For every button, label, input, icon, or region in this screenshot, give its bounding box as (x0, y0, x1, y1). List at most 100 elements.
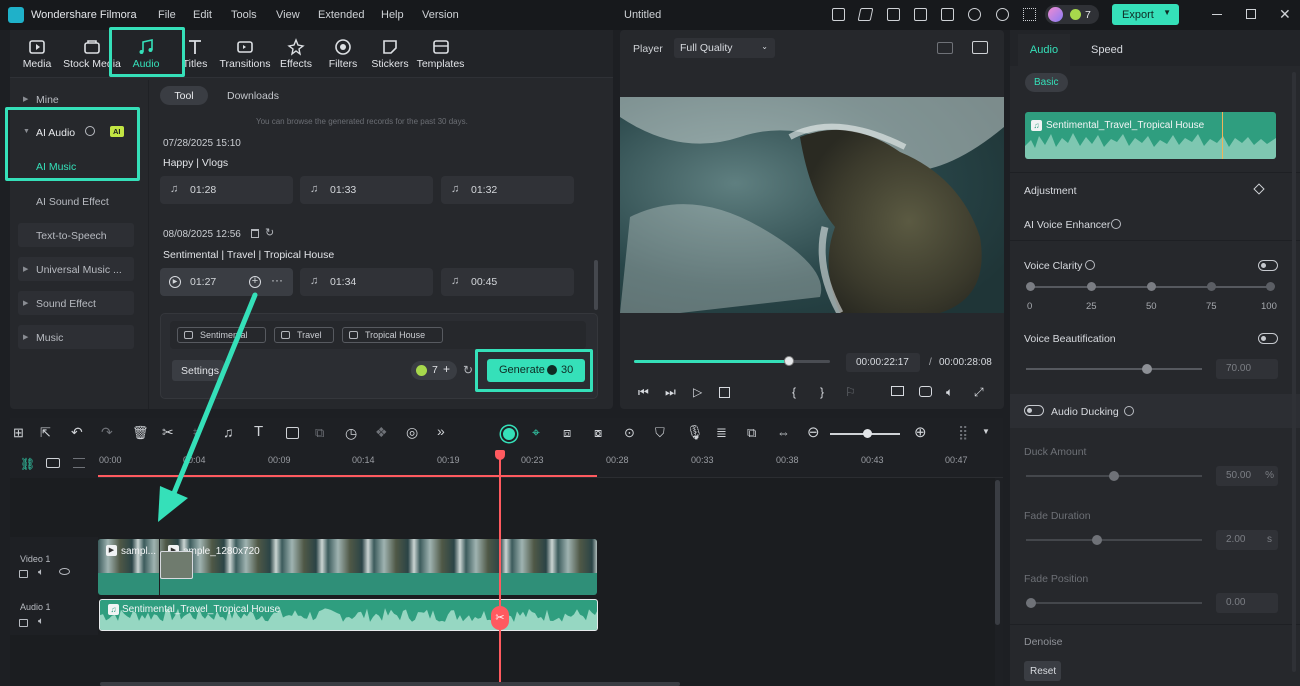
link-icon[interactable]: ⛓ (20, 457, 35, 471)
tag-tropical-house[interactable]: Tropical House (342, 327, 443, 343)
sidebar-item-universal-music[interactable]: ▶ Universal Music ... (18, 257, 134, 281)
player-progress[interactable] (634, 356, 830, 366)
replace-icon[interactable]: ⧉ (747, 425, 765, 443)
more-icon[interactable]: ··· (271, 273, 283, 287)
layout-icon[interactable] (914, 8, 927, 21)
play-icon[interactable]: ▷ (693, 385, 702, 399)
beautification-value[interactable]: 70.00 (1216, 359, 1278, 379)
stabilize-icon[interactable]: ⊙ (624, 425, 642, 443)
select-tool-icon[interactable]: ⇱ (40, 425, 58, 443)
restore-icon[interactable] (1246, 9, 1256, 19)
player-progress-knob[interactable] (783, 356, 794, 366)
add-to-timeline-icon[interactable]: + (249, 276, 261, 288)
duck-amount-value[interactable]: 50.00% (1216, 466, 1278, 486)
track-card[interactable]: ♫ 01:34 (300, 268, 433, 296)
audio-ducking-toggle[interactable] (1024, 405, 1044, 416)
video-clip[interactable]: ▶ sampl... ▶ ample_1280x720 (98, 539, 597, 595)
playhead-handle[interactable] (495, 450, 505, 460)
save-icon[interactable] (941, 8, 954, 21)
menu-view[interactable]: View (276, 9, 300, 21)
properties-scrollbar[interactable] (1292, 72, 1296, 672)
stop-icon[interactable] (719, 387, 730, 398)
apps-icon[interactable] (1023, 8, 1036, 21)
fullscreen-icon[interactable]: ⤢ (974, 385, 984, 400)
volume-icon[interactable]: 🔈︎ (38, 567, 44, 578)
sidebar-item-ai-sound-effect[interactable]: AI Sound Effect (18, 189, 134, 213)
lock-icon[interactable] (19, 570, 28, 578)
voice-beautification-toggle[interactable] (1258, 333, 1278, 344)
snapshot-view-icon[interactable] (972, 41, 988, 54)
playhead[interactable] (499, 452, 501, 686)
export-button[interactable]: Export ▼ (1112, 4, 1179, 25)
microphone-icon[interactable]: 🎙︎ (686, 424, 704, 442)
tab-effects[interactable]: Effects (271, 30, 321, 78)
subtab-tool[interactable]: Tool (160, 86, 208, 105)
eye-icon[interactable] (59, 568, 70, 575)
auto-ripple-icon[interactable]: ⧈ (563, 425, 581, 443)
tab-audio-props[interactable]: Audio (1018, 34, 1070, 66)
track-card[interactable]: ♫ 01:28 (160, 176, 293, 204)
fade-duration-value[interactable]: 2.00 s (1216, 530, 1278, 550)
minimize-icon[interactable] (1212, 14, 1222, 15)
send-icon[interactable] (857, 8, 874, 21)
redo-icon[interactable]: ↷ (101, 424, 119, 442)
menu-version[interactable]: Version (422, 9, 459, 21)
quality-select[interactable]: Full Quality ⌄ (674, 38, 775, 58)
zoom-knob[interactable] (863, 429, 872, 438)
mark-out-icon[interactable]: } (820, 385, 824, 399)
lock-icon[interactable] (19, 619, 28, 627)
reset-button[interactable]: Reset (1024, 661, 1061, 681)
beautification-slider[interactable] (1026, 368, 1202, 370)
fade-position-knob[interactable] (1026, 598, 1036, 608)
prev-frame-icon[interactable]: ⏮ (638, 385, 649, 400)
shield-icon[interactable]: ⛉ (655, 425, 673, 443)
volume-icon[interactable]: 🔈︎ (38, 616, 44, 627)
zoom-in-icon[interactable]: ⊕ (914, 423, 932, 441)
tag-travel[interactable]: Travel (274, 327, 334, 343)
fade-position-value[interactable]: 0.00 (1216, 593, 1278, 613)
beautification-knob[interactable] (1142, 364, 1152, 374)
play-icon[interactable]: ▶ (169, 276, 181, 288)
display-icon[interactable] (891, 386, 904, 396)
mark-in-icon[interactable]: { (792, 385, 796, 399)
snap-icon[interactable]: ⌖ (532, 424, 550, 442)
menu-tools[interactable]: Tools (231, 9, 257, 21)
next-frame-icon[interactable]: ⏭ (665, 385, 676, 400)
purchase-icon[interactable] (887, 8, 900, 21)
scissors-icon[interactable]: ✂ (491, 606, 509, 630)
fit-icon[interactable]: ⇔ (777, 425, 795, 443)
color-icon[interactable]: ❖ (375, 424, 393, 442)
credits-pill[interactable]: 7 (1045, 5, 1099, 24)
menu-edit[interactable]: Edit (193, 9, 212, 21)
fade-position-slider[interactable] (1026, 602, 1202, 604)
gift-icon[interactable] (832, 8, 845, 21)
camera-icon[interactable] (919, 386, 932, 397)
sidebar-item-music[interactable]: ▶ Music (18, 325, 134, 349)
subtab-downloads[interactable]: Downloads (227, 90, 279, 102)
mask-icon[interactable]: ⧉ (315, 425, 333, 443)
sidebar-item-sound-effect[interactable]: ▶ Sound Effect (18, 291, 134, 315)
tab-transitions[interactable]: Transitions (215, 30, 275, 78)
speed-icon[interactable]: ◷ (345, 425, 363, 443)
sidebar-item-text-to-speech[interactable]: Text-to-Speech (18, 223, 134, 247)
timeline-hscrollbar[interactable] (100, 682, 680, 686)
track-card[interactable]: ♫ 01:33 (300, 176, 433, 204)
transition-thumbnail[interactable] (160, 551, 193, 579)
tab-templates[interactable]: Templates (413, 30, 468, 78)
tab-speed[interactable]: Speed (1091, 44, 1123, 56)
regenerate-icon[interactable]: ↻ (463, 363, 473, 377)
fade-duration-slider[interactable] (1026, 539, 1202, 541)
voice-clarity-toggle[interactable] (1258, 260, 1278, 271)
track-manager-icon[interactable] (73, 458, 85, 468)
chevron-down-icon[interactable]: ▼ (982, 427, 1000, 445)
cloud-icon[interactable] (968, 8, 981, 21)
subtitle-icon[interactable]: ≣ (716, 425, 734, 443)
track-card[interactable]: ♫ 01:32 (441, 176, 574, 204)
tab-media[interactable]: Media (12, 30, 62, 78)
close-icon[interactable]: ✕ (1279, 6, 1291, 23)
layout-grid-icon[interactable]: ⣿ (958, 424, 976, 442)
render-icon[interactable]: ⧇ (594, 425, 612, 443)
menu-help[interactable]: Help (381, 9, 404, 21)
track-card[interactable]: ♫ 00:45 (441, 268, 574, 296)
support-icon[interactable] (996, 8, 1009, 21)
